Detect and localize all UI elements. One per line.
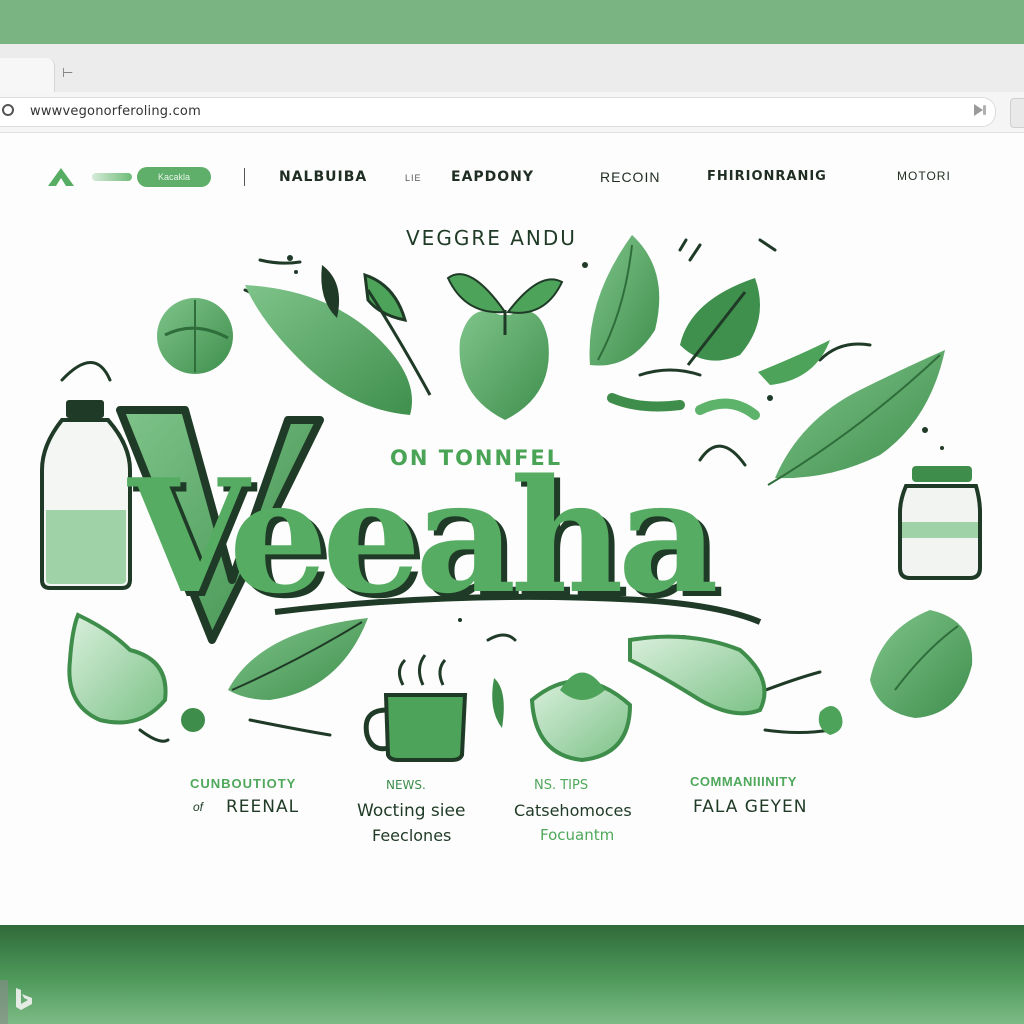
feature-4-heading[interactable]: COMMANIIINITY — [690, 774, 797, 789]
feature-2-line2[interactable]: Feeclones — [372, 826, 451, 845]
feature-3-line2[interactable]: Focuantm — [540, 826, 614, 844]
tall-leaf-icon — [589, 235, 660, 366]
sprout-icon — [492, 678, 504, 728]
lettuce-icon — [67, 612, 168, 725]
hero-title: Veeaha — [128, 445, 719, 628]
feature-4-title[interactable]: FALA GEYEN — [693, 797, 808, 817]
bean-icon-2 — [695, 398, 760, 420]
feature-3-heading[interactable]: NS. TIPS — [534, 778, 588, 793]
bottle-icon — [40, 400, 132, 590]
desktop-bottom-band — [0, 925, 1024, 1024]
apple-icon — [446, 273, 564, 420]
spade-leaf-icon — [680, 278, 760, 366]
squash-icon — [628, 634, 767, 716]
jar-icon — [898, 466, 982, 580]
feature-1-title[interactable]: REENAL — [226, 797, 299, 817]
pea-pod-icon — [758, 340, 830, 385]
taskbar-tile — [0, 980, 8, 1024]
bing-logo-icon — [16, 988, 32, 1010]
feature-3-line1[interactable]: Catsehomoces — [514, 801, 632, 820]
hero-kicker: VEGGRE ANDU — [406, 226, 577, 250]
feature-1-heading[interactable]: CUNBOUTIOTY — [190, 776, 296, 791]
mug-icon — [363, 654, 468, 762]
feature-2-line1[interactable]: Wocting siee — [357, 801, 465, 821]
pea-icon — [181, 708, 205, 732]
veggie-bowl-icon — [529, 672, 633, 763]
cabbage-icon — [157, 298, 233, 374]
feature-1-prefix: of — [193, 800, 204, 814]
bean-icon — [607, 393, 685, 412]
feature-2-heading[interactable]: NEWS. — [386, 778, 426, 792]
